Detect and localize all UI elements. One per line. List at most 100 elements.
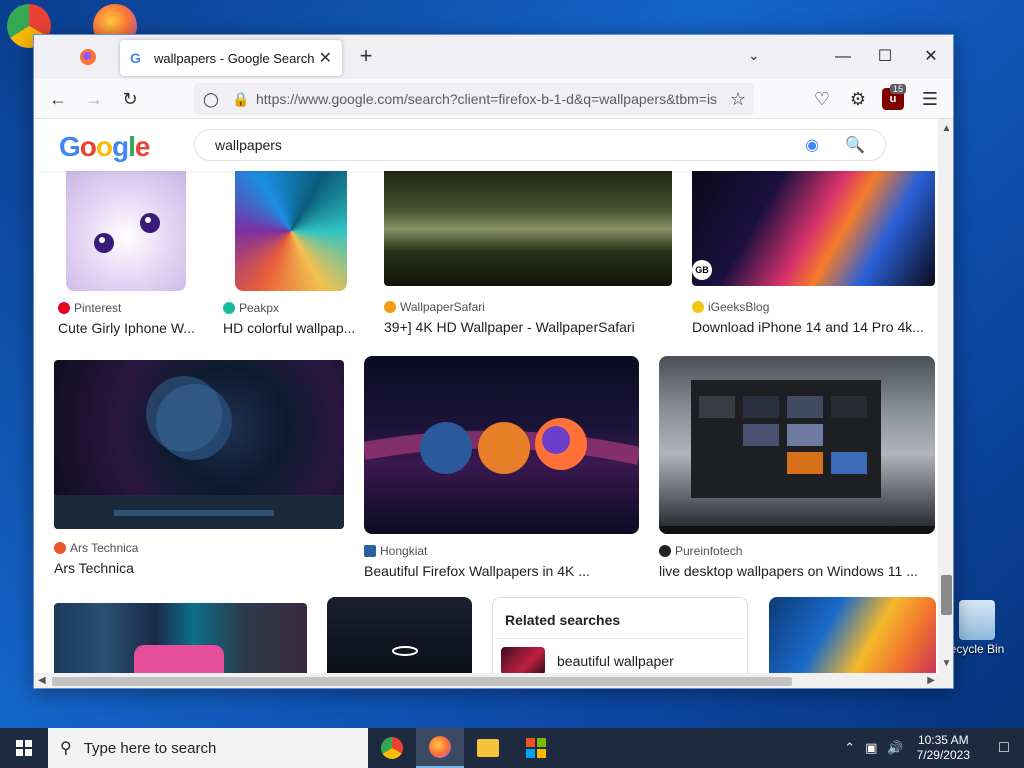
result-title[interactable]: Ars Technica	[54, 560, 345, 576]
bookmark-star-icon[interactable]: ☆	[730, 89, 746, 110]
scroll-right-arrow-icon[interactable]: ▶	[927, 675, 935, 686]
search-icon: ⚲	[60, 740, 72, 757]
google-search-box[interactable]: wallpapers ◉ 🔍	[194, 129, 886, 161]
igeeksblog-favicon-icon	[692, 301, 704, 313]
search-query-text[interactable]: wallpapers	[215, 137, 805, 153]
pureinfotech-favicon-icon	[659, 545, 671, 557]
forward-button[interactable]: →	[82, 87, 106, 111]
extensions-puzzle-icon[interactable]: ⚙	[846, 87, 870, 111]
result-thumbnail[interactable]: GB	[692, 171, 935, 286]
close-window-button[interactable]: ✕	[908, 43, 953, 71]
chrome-icon	[381, 737, 403, 759]
result-thumbnail[interactable]	[54, 360, 344, 529]
reload-button[interactable]: ↻	[118, 87, 142, 111]
related-search-thumbnail	[501, 647, 545, 673]
result-card[interactable]: Hongkiat Beautiful Firefox Wallpapers in…	[364, 356, 640, 579]
peakpx-favicon-icon	[223, 302, 235, 314]
google-lens-camera-icon[interactable]: ◉	[805, 135, 827, 155]
pocket-icon[interactable]: ♡	[810, 87, 834, 111]
result-thumbnail[interactable]	[384, 171, 672, 286]
result-source: Peakpx	[223, 301, 371, 315]
list-all-tabs-chevron-icon[interactable]: ⌄	[748, 47, 760, 64]
result-card[interactable]: Pureinfotech live desktop wallpapers on …	[659, 356, 936, 579]
lock-icon[interactable]: 🔒	[232, 91, 249, 108]
result-thumbnail[interactable]	[327, 597, 472, 673]
result-title[interactable]: HD colorful wallpap...	[223, 320, 371, 336]
scroll-down-arrow-icon[interactable]: ▼	[938, 658, 953, 669]
result-card[interactable]: WallpaperSafari 39+] 4K HD Wallpaper - W…	[384, 171, 674, 335]
result-card[interactable]	[327, 597, 473, 673]
result-thumbnail[interactable]	[659, 356, 935, 534]
ars-technica-favicon-icon	[54, 542, 66, 554]
address-bar[interactable]: ◯ 🔒 https://www.google.com/search?client…	[194, 83, 754, 115]
tab-title: wallpapers - Google Search	[154, 50, 315, 66]
taskbar-search-box[interactable]: ⚲ Type here to search	[48, 728, 368, 768]
clock[interactable]: 10:35 AM 7/29/2023	[917, 733, 970, 763]
notifications-icon[interactable]: □	[984, 739, 1024, 757]
show-hidden-icons-chevron-icon[interactable]: ⌃	[844, 740, 855, 756]
start-button[interactable]	[0, 728, 48, 768]
pinterest-favicon-icon	[58, 302, 70, 314]
result-source: iGeeksBlog	[692, 300, 936, 314]
new-tab-button[interactable]: +	[354, 45, 378, 69]
result-source: Pureinfotech	[659, 544, 936, 558]
windows-logo-icon	[16, 740, 32, 756]
result-thumbnail[interactable]	[769, 597, 936, 673]
firefox-view-icon[interactable]	[78, 47, 98, 67]
back-button[interactable]: ←	[46, 87, 70, 111]
network-icon[interactable]: ▣	[865, 740, 877, 756]
taskbar-firefox[interactable]	[416, 728, 464, 768]
vertical-scrollbar[interactable]: ▲ ▼	[938, 119, 953, 673]
result-title[interactable]: live desktop wallpapers on Windows 11 ..…	[659, 563, 936, 579]
system-tray: ⌃ ▣ 🔊 10:35 AM 7/29/2023 □	[839, 733, 1024, 763]
taskbar-file-explorer[interactable]	[464, 728, 512, 768]
result-source: Hongkiat	[364, 544, 640, 558]
result-source: Ars Technica	[54, 541, 345, 555]
result-title[interactable]: Beautiful Firefox Wallpapers in 4K ...	[364, 563, 640, 579]
google-logo[interactable]: Google	[59, 131, 150, 163]
result-thumbnail[interactable]	[54, 603, 307, 673]
result-thumbnail[interactable]	[66, 171, 186, 291]
result-overlay-shape	[134, 645, 224, 673]
folder-icon	[477, 739, 499, 757]
minimize-button[interactable]: —	[820, 43, 866, 71]
result-card[interactable]	[769, 597, 936, 673]
result-title[interactable]: 39+] 4K HD Wallpaper - WallpaperSafari	[384, 319, 674, 335]
result-card[interactable]	[54, 603, 307, 673]
taskbar-chrome[interactable]	[368, 728, 416, 768]
related-searches-heading: Related searches	[493, 598, 747, 639]
taskbar-microsoft-store[interactable]	[512, 728, 560, 768]
tracking-protection-shield-icon[interactable]: ◯	[202, 91, 220, 108]
recycle-bin-icon	[959, 600, 995, 640]
related-search-label[interactable]: beautiful wallpaper	[557, 653, 674, 669]
result-thumbnail[interactable]	[364, 356, 639, 534]
navigation-toolbar: ← → ↻ ◯ 🔒 https://www.google.com/search?…	[34, 79, 953, 119]
wallpapersafari-favicon-icon	[384, 301, 396, 313]
result-card[interactable]: GB iGeeksBlog Download iPhone 14 and 14 …	[692, 171, 936, 335]
result-card[interactable]: Pinterest Cute Girly Iphone W...	[58, 171, 208, 336]
scroll-up-arrow-icon[interactable]: ▲	[938, 123, 953, 134]
related-search-item[interactable]: beautiful wallpaper	[493, 639, 747, 673]
taskbar-search-placeholder[interactable]: Type here to search	[84, 740, 217, 757]
vertical-scroll-thumb[interactable]	[941, 575, 952, 615]
maximize-button[interactable]: ☐	[862, 43, 908, 71]
tab-close-button[interactable]: ✕	[319, 48, 332, 68]
clock-date: 7/29/2023	[916, 748, 970, 762]
scroll-left-arrow-icon[interactable]: ◀	[38, 675, 46, 686]
url-text[interactable]: https://www.google.com/search?client=fir…	[256, 91, 722, 107]
horizontal-scrollbar[interactable]: ◀ ▶	[34, 673, 953, 688]
result-thumbnail[interactable]	[235, 171, 347, 291]
result-card[interactable]: Peakpx HD colorful wallpap...	[223, 171, 371, 336]
search-icon[interactable]: 🔍	[845, 135, 865, 155]
volume-icon[interactable]: 🔊	[887, 740, 903, 756]
app-menu-hamburger-icon[interactable]: ☰	[918, 87, 942, 111]
clock-time: 10:35 AM	[917, 733, 969, 747]
hongkiat-favicon-icon	[364, 545, 376, 557]
result-card[interactable]: Ars Technica Ars Technica	[54, 360, 345, 576]
tab-google-search[interactable]: G wallpapers - Google Search ✕	[120, 40, 342, 76]
taskbar: ⚲ Type here to search ⌃ ▣ 🔊 10:35 AM 7/2…	[0, 728, 1024, 768]
result-title[interactable]: Cute Girly Iphone W...	[58, 320, 208, 336]
result-title[interactable]: Download iPhone 14 and 14 Pro 4k...	[692, 319, 936, 335]
horizontal-scroll-thumb[interactable]	[52, 677, 792, 686]
firefox-icon	[429, 736, 451, 758]
